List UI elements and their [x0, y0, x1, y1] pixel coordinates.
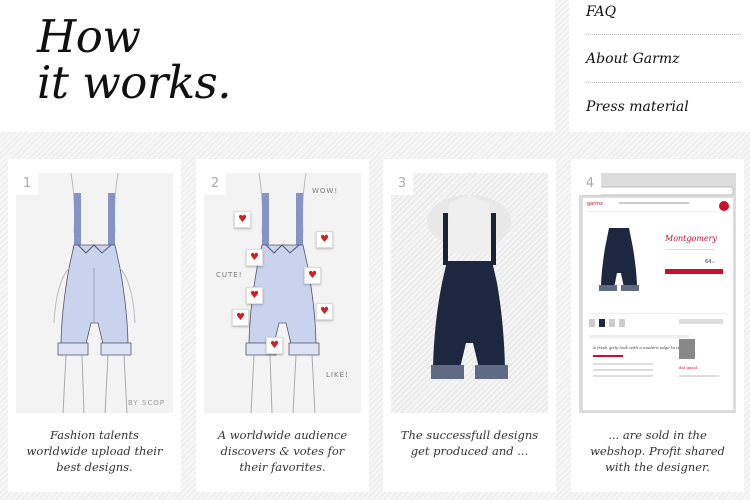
- reaction-word: LIKE!: [326, 371, 349, 379]
- step-number: 2: [204, 173, 226, 195]
- reaction-word: WOW!: [312, 187, 339, 195]
- step-1-sketch-image: BY SCOP: [16, 173, 173, 413]
- step-3-product-photo: [391, 173, 548, 413]
- step-card-1: BY SCOP 1 Fashion talents worldwide uplo…: [8, 159, 181, 492]
- heart-icon: ♥: [232, 309, 249, 326]
- faq-link[interactable]: FAQ: [586, 4, 616, 20]
- divider: [586, 82, 741, 83]
- heart-icon: ♥: [234, 211, 251, 228]
- sketch-figure: [53, 173, 136, 413]
- heart-icon: ♥: [246, 249, 263, 266]
- shop-brand: garmz: [587, 201, 603, 207]
- step-number: 1: [16, 173, 38, 195]
- step-card-3: 3 The successfull designs get produced a…: [383, 159, 556, 492]
- product-photo-figure: [427, 195, 511, 379]
- heart-icon: ♥: [266, 337, 283, 354]
- shop-designer: dol gasol: [679, 365, 698, 370]
- shop-price: 64,-: [705, 259, 715, 265]
- step-caption: A worldwide audience discovers & votes f…: [217, 428, 348, 474]
- title-line-2: it works.: [37, 56, 232, 109]
- shop-product-name: Montgomery: [664, 234, 717, 243]
- step-2-voting-image: WOW! CUTE! LIKE! ♥ ♥ ♥ ♥ ♥ ♥ ♥ ♥: [204, 173, 361, 413]
- about-garmz-link[interactable]: About Garmz: [586, 51, 679, 67]
- step-card-4: garmz Montgomery 64,- A fresh girly look…: [571, 159, 744, 492]
- heart-icon: ♥: [304, 267, 321, 284]
- reaction-word: CUTE!: [216, 271, 243, 279]
- title-line-1: How: [37, 10, 141, 63]
- heart-icon: ♥: [316, 303, 333, 320]
- step-card-2: WOW! CUTE! LIKE! ♥ ♥ ♥ ♥ ♥ ♥ ♥ ♥ 2 A wor…: [196, 159, 369, 492]
- step-number: 3: [391, 173, 413, 195]
- step-caption: Fashion talents worldwide upload their b…: [26, 428, 163, 474]
- side-links-panel: FAQ About Garmz Press material: [569, 0, 750, 132]
- step-4-webshop-screenshot: garmz Montgomery 64,- A fresh girly look…: [579, 173, 736, 413]
- press-material-link[interactable]: Press material: [586, 99, 689, 115]
- hero-panel: How it works.: [0, 0, 555, 132]
- step-caption: The successfull designs get produced and…: [400, 428, 539, 458]
- shop-quote: A fresh girly look with a modern edge to…: [592, 345, 680, 350]
- step-number: 4: [579, 173, 601, 195]
- webshop-mockup: garmz Montgomery 64,- A fresh girly look…: [579, 173, 736, 413]
- divider: [586, 34, 741, 35]
- step-caption: ... are sold in the webshop. Profit shar…: [590, 428, 725, 474]
- page-title: How it works.: [37, 10, 232, 109]
- heart-icon: ♥: [246, 287, 263, 304]
- heart-icon: ♥: [316, 231, 333, 248]
- sketch-signature: BY SCOP: [128, 399, 165, 407]
